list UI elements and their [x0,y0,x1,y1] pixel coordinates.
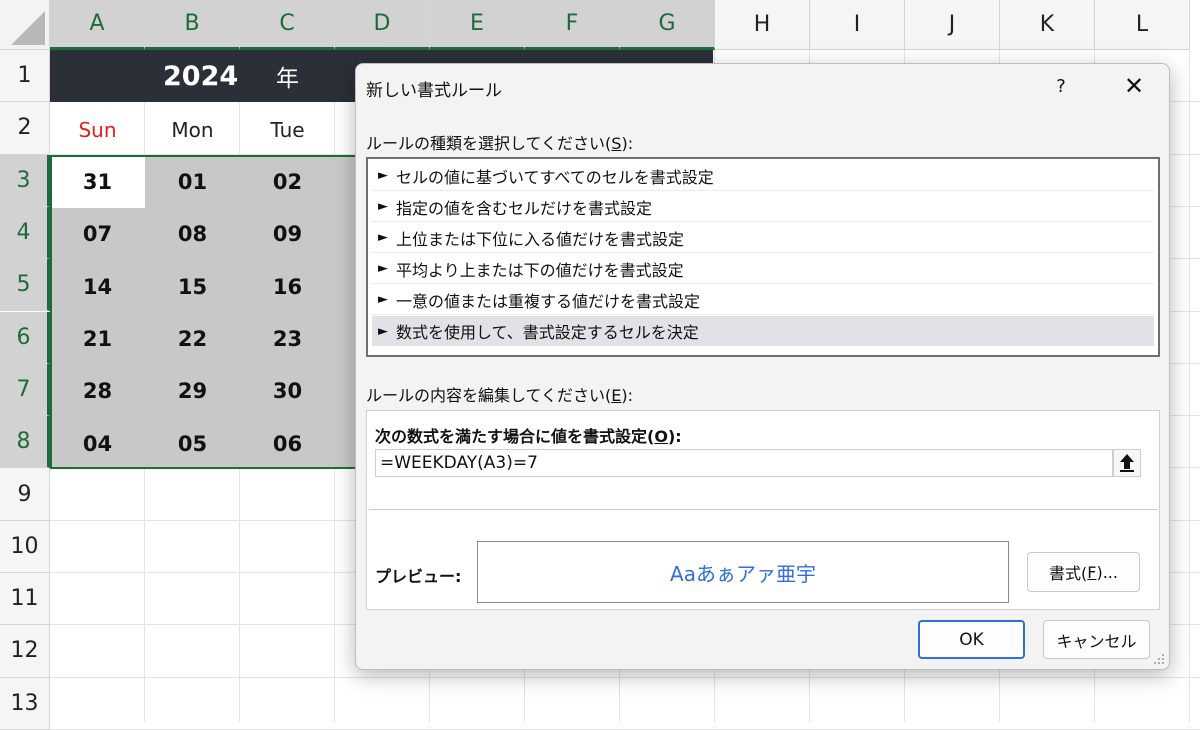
weekday-mon: Mon [171,118,214,142]
column-header-d[interactable]: D [335,0,430,50]
calendar-year: 2024 [163,60,239,92]
calendar-year-suffix: 年 [276,66,299,92]
column-header-c[interactable]: C [240,0,335,50]
row-header-9[interactable]: 9 [0,468,50,521]
rule-type-item[interactable]: ► 指定の値を含むセルだけを書式設定 [372,192,1154,222]
help-button[interactable]: ? [1051,72,1071,100]
row-header-4[interactable]: 4 [0,206,50,260]
column-header-a[interactable]: A [50,0,145,50]
resize-grip-icon[interactable] [1153,653,1165,665]
row-header-1[interactable]: 1 [0,50,50,103]
column-header-k[interactable]: K [1000,0,1095,50]
gridline [1189,50,1190,722]
divider [369,509,1157,510]
row-header-3[interactable]: 3 [0,154,50,207]
rule-type-item[interactable]: ► 一意の値または重複する値だけを書式設定 [372,285,1154,315]
rule-type-label: ルールの種類を選択してください(S): [366,134,634,153]
rule-type-item[interactable]: ► セルの値に基づいてすべてのセルを書式設定 [372,161,1154,191]
preview-label: プレビュー: [375,567,462,586]
rule-type-item[interactable]: ► 平均より上または下の値だけを書式設定 [372,254,1154,284]
row-header-12[interactable]: 12 [0,625,50,678]
column-header-l[interactable]: L [1095,0,1190,50]
rule-description-panel: 次の数式を満たす場合に値を書式設定(O): プレビュー: Aaあぁアァ亜宇 書式… [366,410,1160,610]
formula-label: 次の数式を満たす場合に値を書式設定(O): [375,427,682,446]
arrow-right-icon: ► [378,292,388,307]
new-format-rule-dialog: 新しい書式ルール ? ✕ ルールの種類を選択してください(S): ► セルの値に基… [355,63,1170,670]
row-header-8[interactable]: 8 [0,416,50,469]
rule-type-list[interactable]: ► セルの値に基づいてすべてのセルを書式設定 ► 指定の値を含むセルだけを書式設定 … [366,157,1160,357]
row-header-10[interactable]: 10 [0,520,50,573]
column-header-f[interactable]: F [525,0,620,50]
cancel-button[interactable]: キャンセル [1043,620,1150,659]
row-header-13[interactable]: 13 [0,677,50,730]
collapse-dialog-button[interactable] [1113,449,1141,477]
close-icon[interactable]: ✕ [1121,72,1147,100]
weekday-tue: Tue [270,118,305,142]
column-header-b[interactable]: B [145,0,240,50]
row-header-2[interactable]: 2 [0,102,50,155]
gridline [50,676,1200,678]
column-header-h[interactable]: H [715,0,810,50]
select-all-corner[interactable] [0,0,50,50]
column-header-e[interactable]: E [430,0,525,50]
weekday-sun: Sun [78,118,117,142]
rule-type-item-selected[interactable]: ► 数式を使用して、書式設定するセルを決定 [372,316,1154,346]
ok-button[interactable]: OK [918,620,1025,659]
rule-type-item[interactable]: ► 上位または下位に入る値だけを書式設定 [372,223,1154,253]
format-button[interactable]: 書式(F)... [1027,552,1140,592]
arrow-right-icon: ► [378,199,388,214]
column-header-g[interactable]: G [620,0,715,50]
arrow-up-icon [1120,454,1134,472]
row-header-6[interactable]: 6 [0,311,50,364]
arrow-right-icon: ► [378,230,388,245]
preview-box: Aaあぁアァ亜宇 [477,541,1009,603]
arrow-right-icon: ► [378,323,388,339]
edit-rule-label: ルールの内容を編集してください(E): [366,386,634,405]
column-header-i[interactable]: I [810,0,905,50]
arrow-right-icon: ► [378,168,388,183]
formula-input[interactable] [375,449,1113,477]
dialog-title: 新しい書式ルール [366,81,502,101]
row-header-5[interactable]: 5 [0,259,50,312]
row-header-11[interactable]: 11 [0,573,50,626]
column-header-j[interactable]: J [905,0,1000,50]
row-header-7[interactable]: 7 [0,363,50,417]
arrow-right-icon: ► [378,261,388,276]
